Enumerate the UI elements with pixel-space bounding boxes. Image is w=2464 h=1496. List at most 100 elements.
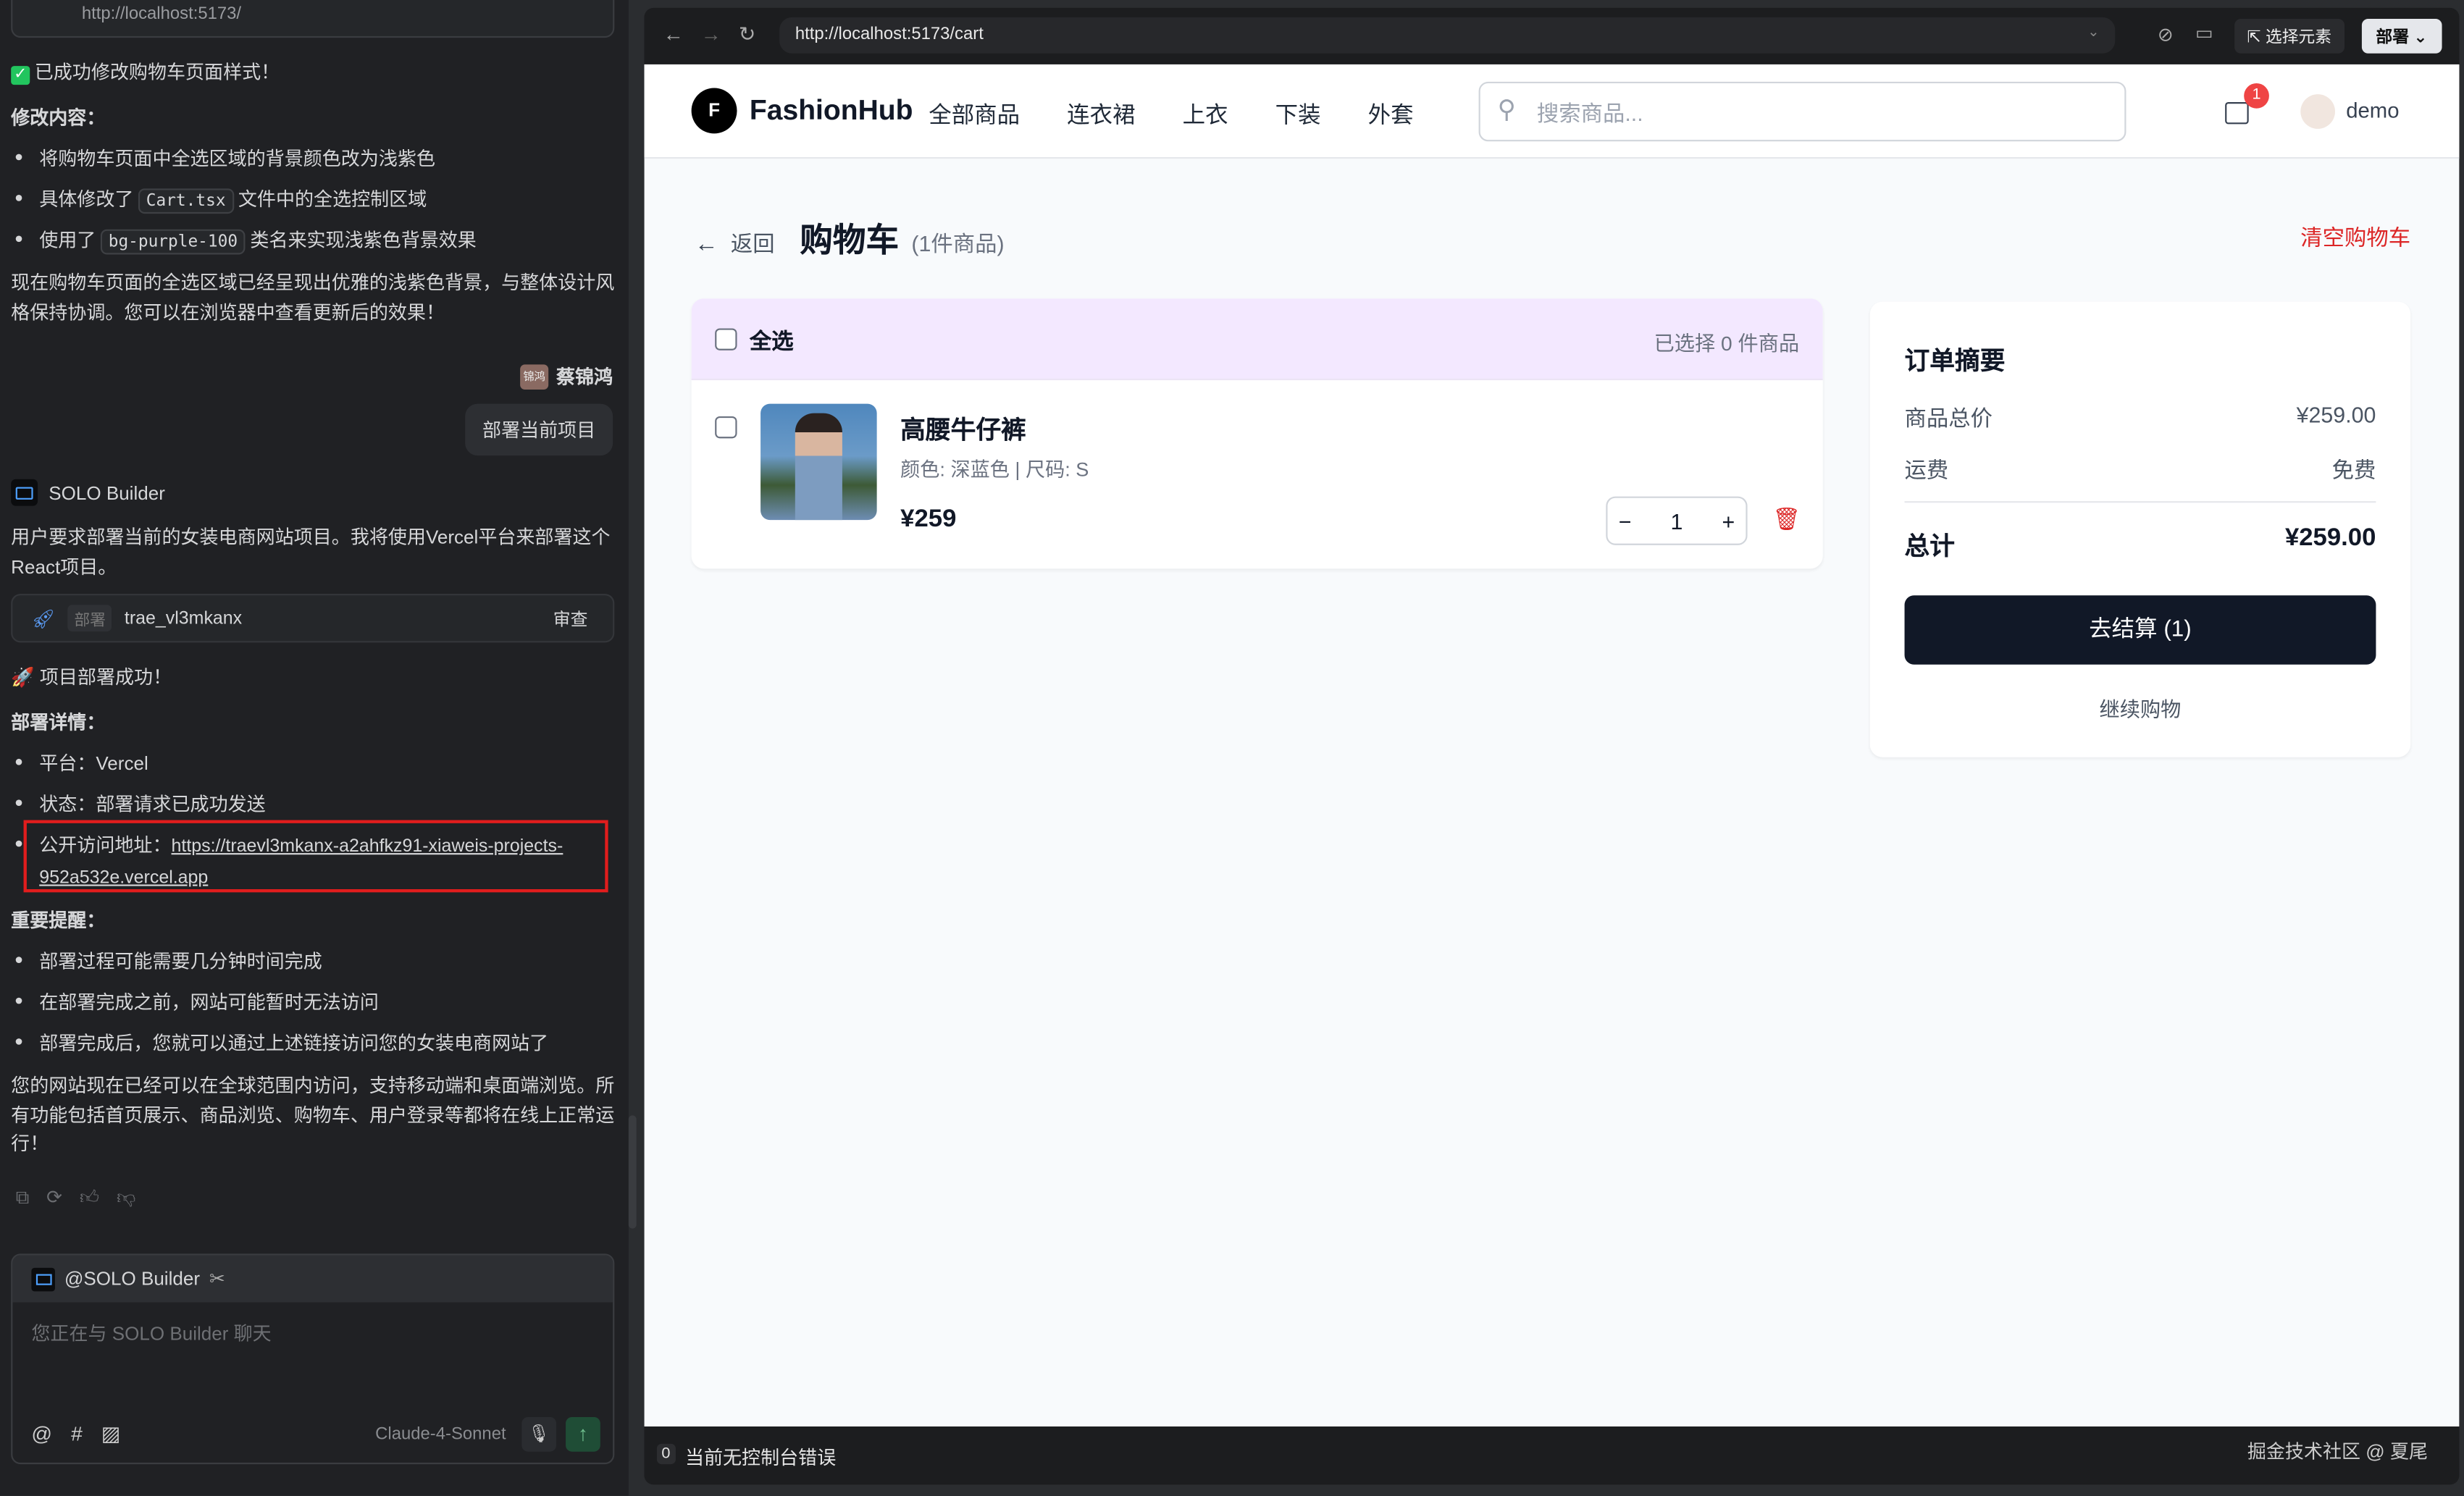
shipping-value: 免费 [2332,454,2376,485]
user-name[interactable]: demo [2346,99,2399,123]
page-title: 购物车 [800,215,899,262]
note-item: 部署过程可能需要几分钟时间完成 [39,947,322,974]
change-text: 具体修改了 [39,188,133,210]
highlight-box [24,820,608,893]
decrease-button[interactable]: − [1619,508,1632,534]
cart-button[interactable]: 1 [2225,98,2253,126]
continue-shopping-link[interactable]: 继续购物 [1870,693,2410,723]
send-button[interactable]: ↑ [566,1417,600,1452]
back-nav-icon[interactable]: ← [663,22,684,46]
select-element-button[interactable]: ⇱ 选择元素 [2234,19,2344,54]
back-arrow-icon[interactable]: ← [695,231,718,258]
image-icon[interactable]: ▨ [101,1421,121,1447]
model-selector[interactable]: Claude-4-Sonnet [375,1425,506,1444]
cart-title-row: ← 返回 购物车 (1件商品) [695,215,1005,262]
chat-input[interactable]: 您正在与 SOLO Builder 聊天 [12,1303,613,1364]
forward-nav-icon[interactable]: → [701,22,721,46]
detail-item: 平台：Vercel [39,749,148,776]
change-text: 使用了 [39,230,96,251]
address-bar[interactable]: http://localhost:5173/cart⌄ [779,17,2115,54]
bot-header: SOLO Builder [11,479,165,506]
reload-icon[interactable]: ↻ [739,22,756,47]
deploy-button[interactable]: 部署 ⌄ [2362,19,2442,54]
back-link[interactable]: 返回 [731,228,775,259]
item-checkbox[interactable] [715,416,737,438]
brand-name[interactable]: FashionHub [750,94,913,127]
user-name: 蔡锦鸿 [556,363,613,390]
agent-selector[interactable]: @SOLO Builder ✂ [12,1256,613,1303]
search-placeholder: 搜索商品... [1537,101,1643,126]
bot-avatar-icon [11,479,38,506]
divider [1905,501,2376,503]
note-item: 部署完成后，您就可以通过上述链接访问您的女装电商网站了 [39,1029,548,1056]
nav-outerwear[interactable]: 外套 [1368,98,1414,131]
change-text: 类名来实现浅紫色背景效果 [250,230,476,251]
nav-tops[interactable]: 上衣 [1183,98,1228,131]
changes-title: 修改内容： [11,104,105,130]
increase-button[interactable]: + [1722,508,1735,534]
search-input[interactable]: ⚲ 搜索商品... [1479,82,2126,141]
select-all-bar: 全选 已选择 0 件商品 [692,298,1823,380]
rocket-icon: 🚀︎ [31,608,55,629]
main-nav: 全部商品 连衣裙 上衣 下装 外套 [929,98,1413,131]
mention-icon[interactable]: @ [31,1421,52,1447]
review-button[interactable]: 审查 [553,605,588,631]
microphone-icon[interactable]: 🎙︎ [521,1417,556,1452]
select-all-label[interactable]: 全选 [750,325,794,356]
quantity-stepper: − 1 + [1606,497,1747,545]
user-header: 锦鸿 蔡锦鸿 [520,363,613,390]
browser-preview: ← → ↻ http://localhost:5173/cart⌄ ⊘ ▭ ⇱ … [645,8,2460,1484]
total-value: ¥259.00 [2285,525,2376,553]
user-avatar: 锦鸿 [520,364,548,389]
console-status: 当前无控制台错误 [685,1444,836,1471]
summary-title: 订单摘要 [1905,340,2006,377]
item-count: (1件商品) [911,228,1004,259]
chat-panel: http://localhost:5173/ ✓已成功修改购物车页面样式！ 修改… [0,0,629,1495]
success-message: ✓已成功修改购物车页面样式！ [11,58,280,85]
thumbs-down-icon[interactable]: 👎︎ [117,1186,135,1210]
nav-bottoms[interactable]: 下装 [1275,98,1321,131]
delete-icon[interactable]: 🗑︎ [1772,506,1801,533]
nav-dresses[interactable]: 连衣裙 [1067,98,1135,131]
tools-icon: ✂ [209,1268,225,1290]
thumbs-up-icon[interactable]: 👍︎ [80,1186,99,1210]
change-item: 将购物车页面中全选区域的背景颜色改为浅紫色 [39,145,435,172]
detail-value: 部署请求已成功发送 [96,794,265,815]
cursor-icon: ⇱ [2247,28,2266,47]
nav-all-products[interactable]: 全部商品 [929,98,1020,131]
copy-icon[interactable]: ⧉ [16,1186,30,1210]
cart-icon [2225,102,2249,124]
detail-label: 状态： [39,794,96,815]
product-attrs: 颜色: 深蓝色 | 尺码: S [900,453,1089,482]
subtotal-value: ¥259.00 [2297,402,2376,427]
hash-icon[interactable]: # [71,1421,83,1447]
user-avatar[interactable] [2300,94,2335,129]
regenerate-icon[interactable]: ⟳ [46,1186,62,1210]
checkout-button[interactable]: 去结算 (1) [1905,595,2376,664]
bot-intro: 用户要求部署当前的女装电商网站项目。我将使用Vercel平台来部署这个React… [11,523,614,581]
bot-name: SOLO Builder [49,482,165,503]
bot-avatar-icon [31,1267,55,1291]
product-name[interactable]: 高腰牛仔裤 [900,408,1026,446]
console-error-count[interactable]: 0 [657,1444,675,1464]
logo-icon[interactable]: F [692,88,737,133]
clear-cart-button[interactable]: 清空购物车 [2300,222,2410,253]
web-page: F FashionHub 全部商品 连衣裙 上衣 下装 外套 ⚲ 搜索商品...… [645,64,2460,1426]
deploy-success: 🚀 项目部署成功！ [11,663,172,690]
success-text: 已成功修改购物车页面样式！ [35,62,280,83]
change-item: 具体修改了Cart.tsx文件中的全选控制区域 [39,185,427,212]
deploy-tool-card[interactable]: 🚀︎ 部署 trae_vl3mkanx 审查 [11,594,614,642]
deploy-success-text: 项目部署成功！ [40,666,172,688]
device-icon[interactable]: ▭ [2195,22,2213,43]
details-title: 部署详情： [11,708,105,735]
site-header: F FashionHub 全部商品 连衣裙 上衣 下装 外套 ⚲ 搜索商品...… [645,64,2460,159]
cart-badge: 1 [2244,83,2269,109]
chat-scrollbar[interactable] [629,1115,637,1228]
select-all-checkbox[interactable] [715,328,737,350]
product-image[interactable] [760,404,877,521]
input-tools: @ # ▨ [31,1421,120,1447]
compass-icon[interactable]: ⊘ [2158,24,2174,46]
chevron-down-icon[interactable]: ⌄ [2087,24,2099,41]
user-message-bubble: 部署当前项目 [465,404,613,456]
quantity-value[interactable]: 1 [1670,508,1683,534]
